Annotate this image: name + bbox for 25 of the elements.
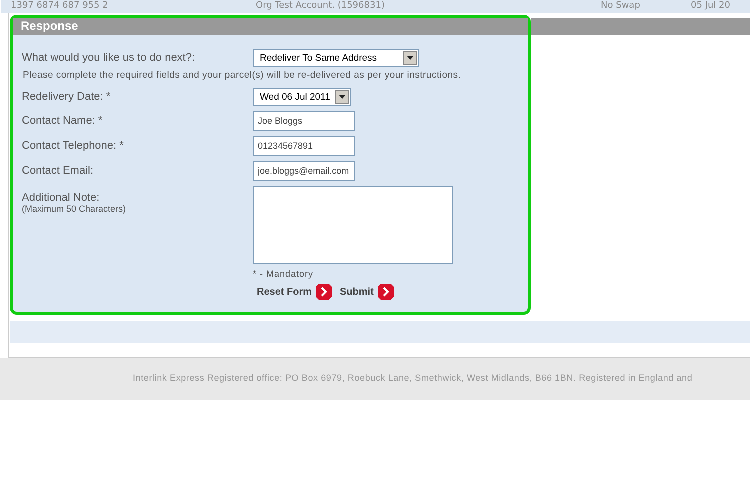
instructions-text: Please complete the required fields and your parcel(s) will be re-delivered as per your instructions. (23, 70, 462, 81)
field-label: Contact Name: * (22, 115, 104, 127)
field-label: Contact Telephone: * (22, 140, 125, 152)
chevron-right-icon (316, 284, 332, 300)
form-button[interactable]: Submit (340, 284, 394, 300)
input-field[interactable]: joe.bloggs@email.com (253, 161, 355, 181)
table-cell-text: No Swap (601, 1, 642, 12)
field-hint: (Maximum 50 Characters) (22, 204, 128, 214)
form-button[interactable]: Reset Form (257, 284, 332, 300)
note-field[interactable] (253, 186, 453, 264)
action-dropdown[interactable]: Redeliver To Same Address (253, 49, 419, 67)
field-label: What would you like us to do next?: (22, 52, 196, 64)
section-header: Response (13, 18, 528, 35)
table-cell-text: Org Test Account. (1596831) (256, 1, 386, 12)
table-cell-text: 1397 6874 687 955 2 (11, 1, 110, 12)
table-cell: 05 Jul 20 (691, 1, 730, 12)
date-dropdown[interactable]: Wed 06 Jul 2011 (253, 88, 351, 106)
input-field[interactable]: 01234567891 (253, 136, 355, 156)
footer-text: Interlink Express Registered office: PO Box 6979, Roebuck Lane, Smethwick, West Midlands, B66 1BN. Registered in England and (133, 373, 693, 383)
input-field[interactable]: Joe Bloggs (253, 111, 355, 131)
field-label: Redelivery Date: * (22, 91, 112, 103)
field-label: Contact Email: (22, 165, 95, 177)
field-label: Additional Note: (22, 192, 101, 204)
chevron-right-icon (378, 284, 394, 300)
mandatory-note: * - Mandatory (253, 269, 315, 279)
